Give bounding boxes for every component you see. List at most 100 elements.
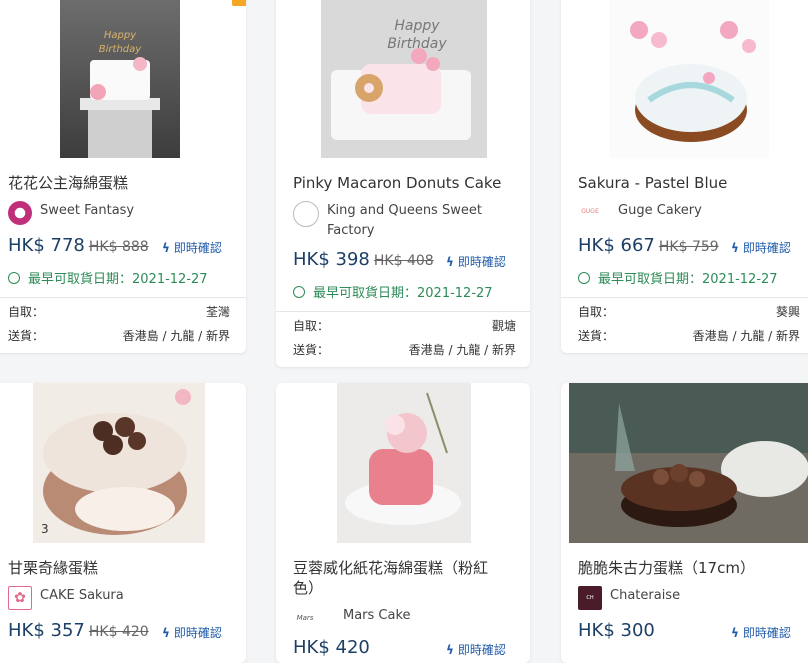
- product-card[interactable]: 脆脆朱古力蛋糕（17cm） CH Chateraise HK$ 300 ϟ 即時確…: [561, 383, 808, 663]
- lightning-icon: ϟ: [731, 626, 739, 640]
- promo-badge: [232, 0, 246, 6]
- clock-icon: [8, 272, 20, 284]
- earliest-date: 最早可取貨日期：2021-12-27: [293, 285, 493, 303]
- lightning-icon: ϟ: [446, 643, 454, 657]
- clock-icon: [293, 286, 305, 298]
- shop-link[interactable]: Sweet Fantasy: [8, 201, 134, 225]
- earliest-date: 最早可取貨日期：2021-12-27: [578, 271, 778, 289]
- earliest-label: 最早可取貨日期：: [28, 272, 133, 287]
- instant-confirm-label: 即時確認: [742, 241, 791, 255]
- delivery-label: 送貨：: [293, 343, 330, 357]
- pickup-location: 觀塘: [491, 319, 516, 333]
- instant-confirm-badge: ϟ 即時確認: [162, 625, 222, 641]
- product-image[interactable]: [609, 0, 769, 158]
- shop-logo-icon: [293, 201, 319, 227]
- instant-confirm-badge: ϟ 即時確認: [731, 240, 791, 256]
- pickup-label: 自取：: [8, 305, 45, 319]
- instant-confirm-label: 即時確認: [742, 626, 791, 640]
- product-card[interactable]: Sakura - Pastel Blue GUGE Guge Cakery HK…: [561, 0, 808, 353]
- product-image[interactable]: 3: [33, 383, 205, 543]
- shop-link[interactable]: Mars Mars Cake: [293, 606, 411, 630]
- product-image[interactable]: [569, 383, 808, 543]
- earliest-value: 2021-12-27: [702, 272, 778, 287]
- original-price: HK$ 420: [88, 624, 149, 640]
- clock-icon: [578, 272, 590, 284]
- current-price: HK$ 667: [578, 235, 655, 256]
- instant-confirm-badge: ϟ 即時確認: [446, 254, 506, 270]
- product-image[interactable]: Happy Birthday: [60, 0, 180, 158]
- delivery-label: 送貨：: [8, 329, 45, 343]
- instant-confirm-label: 即時確認: [173, 241, 222, 255]
- price: HK$ 300: [578, 619, 655, 643]
- product-image[interactable]: Happy Birthday: [321, 0, 487, 158]
- product-card[interactable]: 3 甘栗奇緣蛋糕 ✿ CAKE Sakura HK$ 357 HK$ 420 ϟ即…: [0, 383, 246, 663]
- current-price: HK$ 398: [293, 249, 370, 270]
- shop-name: Mars Cake: [343, 608, 411, 623]
- earliest-value: 2021-12-27: [132, 272, 208, 287]
- product-card[interactable]: Happy Birthday Pinky Macaron Donuts Cake…: [276, 0, 530, 367]
- pickup-location: 葵興: [775, 305, 800, 319]
- earliest-value: 2021-12-27: [417, 286, 493, 301]
- lightning-icon: ϟ: [446, 255, 454, 269]
- shop-link[interactable]: King and Queens Sweet Factory: [293, 201, 497, 241]
- current-price: HK$ 300: [578, 620, 655, 641]
- instant-confirm-label: 即時確認: [457, 643, 506, 657]
- instant-confirm-badge: ϟ 即時確認: [731, 625, 791, 641]
- product-title[interactable]: 脆脆朱古力蛋糕（17cm）: [578, 558, 755, 578]
- delivery-areas: 香港島 / 九龍 / 新界: [692, 329, 800, 343]
- earliest-label: 最早可取貨日期：: [598, 272, 703, 287]
- original-price: HK$ 759: [658, 239, 719, 255]
- price: HK$ 357 HK$ 420: [8, 619, 149, 644]
- price: HK$ 398 HK$ 408: [293, 248, 434, 273]
- price: HK$ 420: [293, 636, 370, 660]
- shop-name: Guge Cakery: [618, 203, 702, 218]
- lightning-icon: ϟ: [162, 626, 170, 640]
- svg-text:Birthday: Birthday: [387, 36, 447, 52]
- svg-text:Birthday: Birthday: [99, 44, 142, 55]
- pickup-location: 荃灣: [205, 305, 230, 319]
- svg-text:Happy: Happy: [104, 30, 137, 41]
- shop-link[interactable]: GUGE Guge Cakery: [578, 201, 702, 221]
- divider: [561, 297, 808, 298]
- current-price: HK$ 778: [8, 235, 85, 256]
- price: HK$ 667 HK$ 759: [578, 234, 719, 259]
- instant-confirm-badge: ϟ 即時確認: [446, 642, 506, 658]
- divider: [276, 311, 530, 312]
- product-card[interactable]: 豆蓉威化紙花海綿蛋糕（粉紅色） Mars Mars Cake HK$ 420 ϟ…: [276, 383, 530, 663]
- pickup-label: 自取：: [293, 319, 330, 333]
- product-title[interactable]: 甘栗奇緣蛋糕: [8, 558, 98, 578]
- lightning-icon: ϟ: [731, 241, 739, 255]
- product-image[interactable]: [337, 383, 471, 543]
- instant-confirm-badge: ϟ 即時確認: [162, 240, 222, 256]
- shop-name: CAKE Sakura: [40, 588, 124, 603]
- shop-logo-icon: Mars: [293, 606, 317, 630]
- shop-name: Chateraise: [610, 588, 681, 603]
- divider: [0, 297, 246, 298]
- shop-logo-icon: CH: [578, 586, 602, 610]
- shop-logo-icon: ✿: [8, 586, 32, 610]
- instant-confirm-label: 即時確認: [173, 626, 222, 640]
- product-title[interactable]: Sakura - Pastel Blue: [578, 173, 727, 193]
- price: HK$ 778 HK$ 888: [8, 234, 149, 259]
- current-price: HK$ 420: [293, 637, 370, 658]
- shop-name: Sweet Fantasy: [40, 203, 135, 218]
- product-card[interactable]: Happy Birthday 花花公主海綿蛋糕 Sweet Fantasy HK…: [0, 0, 246, 353]
- product-title[interactable]: Pinky Macaron Donuts Cake: [293, 173, 501, 193]
- product-title[interactable]: 花花公主海綿蛋糕: [8, 173, 128, 193]
- svg-text:3: 3: [41, 522, 49, 536]
- lightning-icon: ϟ: [162, 241, 170, 255]
- pickup-label: 自取：: [578, 305, 615, 319]
- earliest-label: 最早可取貨日期：: [313, 286, 418, 301]
- delivery-areas: 香港島 / 九龍 / 新界: [408, 343, 516, 357]
- current-price: HK$ 357: [8, 620, 85, 641]
- shop-logo-icon: GUGE: [578, 205, 602, 219]
- original-price: HK$ 408: [373, 253, 434, 269]
- shop-link[interactable]: ✿ CAKE Sakura: [8, 586, 124, 610]
- svg-text:Happy: Happy: [394, 18, 440, 34]
- product-title[interactable]: 豆蓉威化紙花海綿蛋糕（粉紅色）: [293, 558, 503, 598]
- shop-link[interactable]: CH Chateraise: [578, 586, 680, 610]
- delivery-areas: 香港島 / 九龍 / 新界: [122, 329, 230, 343]
- original-price: HK$ 888: [88, 239, 149, 255]
- earliest-date: 最早可取貨日期：2021-12-27: [8, 271, 208, 289]
- shop-name: King and Queens Sweet Factory: [327, 203, 482, 238]
